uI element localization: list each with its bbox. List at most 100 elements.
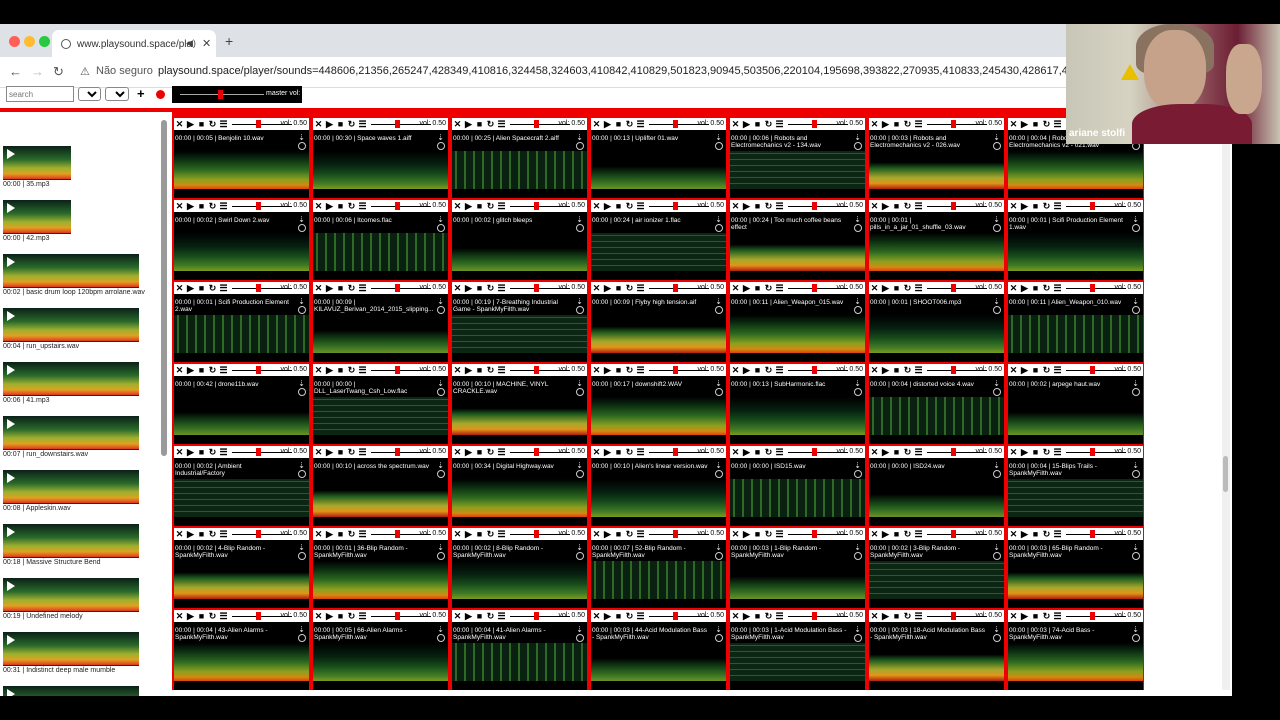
spectrogram-thumbnail[interactable] (3, 416, 139, 450)
close-icon[interactable]: ✕ (591, 364, 602, 376)
zoom-icon[interactable] (854, 224, 862, 232)
zoom-icon[interactable] (715, 634, 723, 642)
minimize-window-button[interactable] (24, 36, 35, 47)
zoom-icon[interactable] (437, 470, 445, 478)
spectrogram[interactable] (174, 233, 309, 271)
forward-icon[interactable]: → (31, 64, 44, 79)
volume-slider-thumb[interactable] (395, 202, 400, 210)
play-icon[interactable]: ▶ (602, 446, 613, 458)
spectrogram[interactable] (869, 397, 1004, 435)
zoom-icon[interactable] (298, 142, 306, 150)
play-icon[interactable]: ▶ (324, 282, 335, 294)
zoom-icon[interactable] (993, 552, 1001, 560)
play-icon[interactable]: ▶ (880, 200, 891, 212)
menu-icon[interactable]: ☰ (1052, 610, 1063, 622)
loop-icon[interactable]: ↻ (763, 200, 774, 212)
close-icon[interactable]: ✕ (1008, 200, 1019, 212)
close-icon[interactable]: ✕ (174, 610, 185, 622)
stop-icon[interactable]: ■ (1030, 446, 1041, 458)
zoom-icon[interactable] (715, 388, 723, 396)
stop-icon[interactable]: ■ (474, 610, 485, 622)
close-icon[interactable]: ✕ (730, 446, 741, 458)
download-icon[interactable]: ⇣ (993, 625, 1000, 634)
menu-icon[interactable]: ☰ (357, 528, 368, 540)
close-icon[interactable]: ✕ (1008, 282, 1019, 294)
spectrogram-thumbnail[interactable] (3, 254, 139, 288)
loop-icon[interactable]: ↻ (207, 200, 218, 212)
download-icon[interactable]: ⇣ (298, 133, 305, 142)
spectrogram[interactable] (313, 397, 448, 435)
spectrogram[interactable] (1008, 643, 1143, 681)
play-icon[interactable]: ▶ (741, 364, 752, 376)
spectrogram-thumbnail[interactable] (3, 524, 139, 558)
volume-slider-thumb[interactable] (534, 284, 539, 292)
stop-icon[interactable]: ■ (474, 528, 485, 540)
stop-icon[interactable]: ■ (613, 528, 624, 540)
close-icon[interactable]: ✕ (452, 528, 463, 540)
zoom-icon[interactable] (715, 142, 723, 150)
spectrogram[interactable] (591, 397, 726, 435)
zoom-icon[interactable] (298, 224, 306, 232)
play-icon[interactable]: ▶ (880, 118, 891, 130)
play-icon[interactable] (7, 635, 15, 645)
loop-icon[interactable]: ↻ (1041, 364, 1052, 376)
menu-icon[interactable]: ☰ (218, 528, 229, 540)
spectrogram[interactable] (591, 151, 726, 189)
menu-icon[interactable]: ☰ (913, 446, 924, 458)
play-icon[interactable]: ▶ (463, 200, 474, 212)
stop-icon[interactable]: ■ (891, 528, 902, 540)
play-icon[interactable]: ▶ (880, 364, 891, 376)
menu-icon[interactable]: ☰ (774, 446, 785, 458)
play-icon[interactable]: ▶ (324, 446, 335, 458)
page-scrollbar[interactable] (1222, 120, 1230, 690)
close-icon[interactable]: ✕ (452, 446, 463, 458)
spectrogram[interactable] (1008, 397, 1143, 435)
loop-icon[interactable]: ↻ (207, 446, 218, 458)
menu-icon[interactable]: ☰ (635, 446, 646, 458)
stop-icon[interactable]: ■ (474, 200, 485, 212)
play-icon[interactable]: ▶ (324, 200, 335, 212)
play-icon[interactable]: ▶ (880, 610, 891, 622)
menu-icon[interactable]: ☰ (1052, 528, 1063, 540)
menu-icon[interactable]: ☰ (635, 200, 646, 212)
stop-icon[interactable]: ■ (474, 282, 485, 294)
download-icon[interactable]: ⇣ (437, 461, 444, 470)
loop-icon[interactable]: ↻ (763, 118, 774, 130)
stop-icon[interactable]: ■ (196, 364, 207, 376)
download-icon[interactable]: ⇣ (437, 379, 444, 388)
spectrogram[interactable] (452, 397, 587, 435)
stop-icon[interactable]: ■ (613, 200, 624, 212)
spectrogram[interactable] (869, 479, 1004, 517)
volume-slider-thumb[interactable] (673, 120, 678, 128)
zoom-icon[interactable] (854, 306, 862, 314)
zoom-icon[interactable] (298, 388, 306, 396)
menu-icon[interactable]: ☰ (357, 200, 368, 212)
download-icon[interactable]: ⇣ (1132, 379, 1139, 388)
zoom-icon[interactable] (715, 552, 723, 560)
stop-icon[interactable]: ■ (1030, 528, 1041, 540)
play-icon[interactable]: ▶ (1019, 446, 1030, 458)
menu-icon[interactable]: ☰ (913, 528, 924, 540)
spectrogram[interactable] (1008, 479, 1143, 517)
close-icon[interactable]: ✕ (730, 282, 741, 294)
download-icon[interactable]: ⇣ (1132, 543, 1139, 552)
volume-slider-thumb[interactable] (673, 284, 678, 292)
play-icon[interactable]: ▶ (602, 364, 613, 376)
volume-slider-thumb[interactable] (673, 448, 678, 456)
menu-icon[interactable]: ☰ (357, 610, 368, 622)
spectrogram[interactable] (174, 561, 309, 599)
add-sound-button[interactable]: + (137, 86, 145, 101)
spectrogram[interactable] (313, 561, 448, 599)
new-tab-button[interactable]: + (225, 33, 233, 49)
menu-icon[interactable]: ☰ (1052, 364, 1063, 376)
zoom-icon[interactable] (993, 306, 1001, 314)
play-icon[interactable]: ▶ (602, 118, 613, 130)
download-icon[interactable]: ⇣ (854, 461, 861, 470)
loop-icon[interactable]: ↻ (1041, 446, 1052, 458)
play-icon[interactable]: ▶ (741, 282, 752, 294)
menu-icon[interactable]: ☰ (357, 364, 368, 376)
zoom-icon[interactable] (298, 552, 306, 560)
spectrogram[interactable] (730, 315, 865, 353)
zoom-icon[interactable] (854, 634, 862, 642)
zoom-icon[interactable] (576, 388, 584, 396)
